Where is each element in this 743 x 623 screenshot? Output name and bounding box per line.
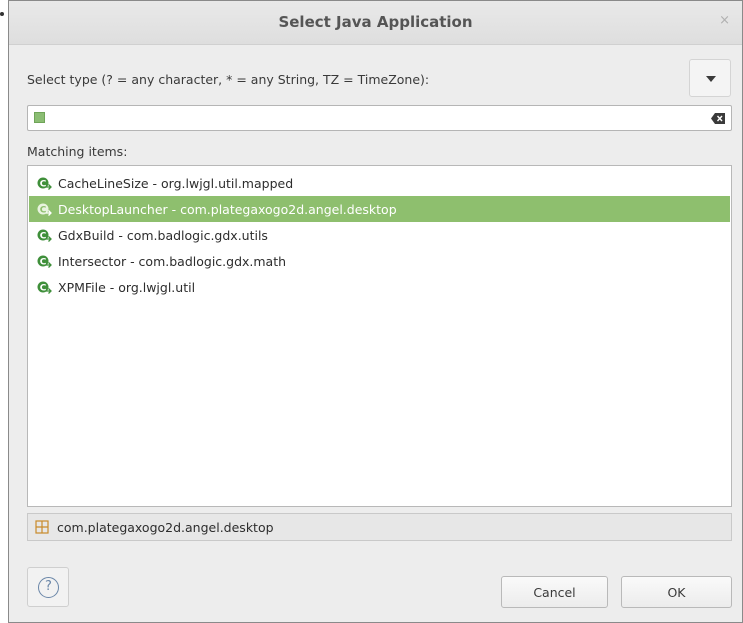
java-class-main-icon: C <box>37 229 52 242</box>
list-item-label: DesktopLauncher - com.plategaxogo2d.ange… <box>58 201 397 217</box>
filter-input[interactable] <box>27 105 732 131</box>
svg-text:C: C <box>40 284 47 294</box>
list-item-label: GdxBuild - com.badlogic.gdx.utils <box>58 227 268 243</box>
package-status-bar: com.plategaxogo2d.angel.desktop <box>27 513 732 541</box>
matching-items-label: Matching items: <box>27 144 128 159</box>
list-item-desktoplauncher[interactable]: C DesktopLauncher - com.plategaxogo2d.an… <box>29 196 730 222</box>
list-item-cachelinesize[interactable]: C CacheLineSize - org.lwjgl.util.mapped <box>29 170 730 196</box>
outer-dot <box>0 12 4 16</box>
list-item-intersector[interactable]: C Intersector - com.badlogic.gdx.math <box>29 248 730 274</box>
java-class-main-icon: C <box>37 203 52 216</box>
svg-text:C: C <box>40 180 47 190</box>
history-dropdown-button[interactable] <box>689 59 731 97</box>
list-item-label: XPMFile - org.lwjgl.util <box>58 279 196 295</box>
svg-text:C: C <box>40 258 47 268</box>
java-class-main-icon: C <box>37 255 52 268</box>
title-bar: Select Java Application × <box>9 1 742 45</box>
triangle-down-icon <box>706 76 716 82</box>
list-item-gdxbuild[interactable]: C GdxBuild - com.badlogic.gdx.utils <box>29 222 730 248</box>
cancel-button[interactable]: Cancel <box>501 576 608 608</box>
ok-button[interactable]: OK <box>621 576 732 608</box>
matching-items-list[interactable]: C CacheLineSize - org.lwjgl.util.mapped … <box>27 165 732 507</box>
close-icon[interactable]: × <box>719 13 730 28</box>
filter-prompt: Select type (? = any character, * = any … <box>27 72 430 87</box>
dialog-title: Select Java Application <box>278 13 473 31</box>
list-item-xpmfile[interactable]: C XPMFile - org.lwjgl.util <box>29 274 730 300</box>
svg-text:C: C <box>40 232 47 242</box>
list-item-label: Intersector - com.badlogic.gdx.math <box>58 253 287 269</box>
clear-text-icon[interactable] <box>711 113 725 124</box>
java-class-main-icon: C <box>37 281 52 294</box>
text-cursor-icon <box>34 112 45 123</box>
help-button[interactable]: ? <box>27 567 69 607</box>
select-java-application-dialog: Select Java Application × Select type (?… <box>8 0 743 623</box>
package-icon <box>35 520 49 534</box>
package-name: com.plategaxogo2d.angel.desktop <box>57 519 274 535</box>
list-item-label: CacheLineSize - org.lwjgl.util.mapped <box>58 175 294 191</box>
java-class-main-icon: C <box>37 177 52 190</box>
svg-text:C: C <box>40 206 47 216</box>
help-icon: ? <box>38 577 59 598</box>
